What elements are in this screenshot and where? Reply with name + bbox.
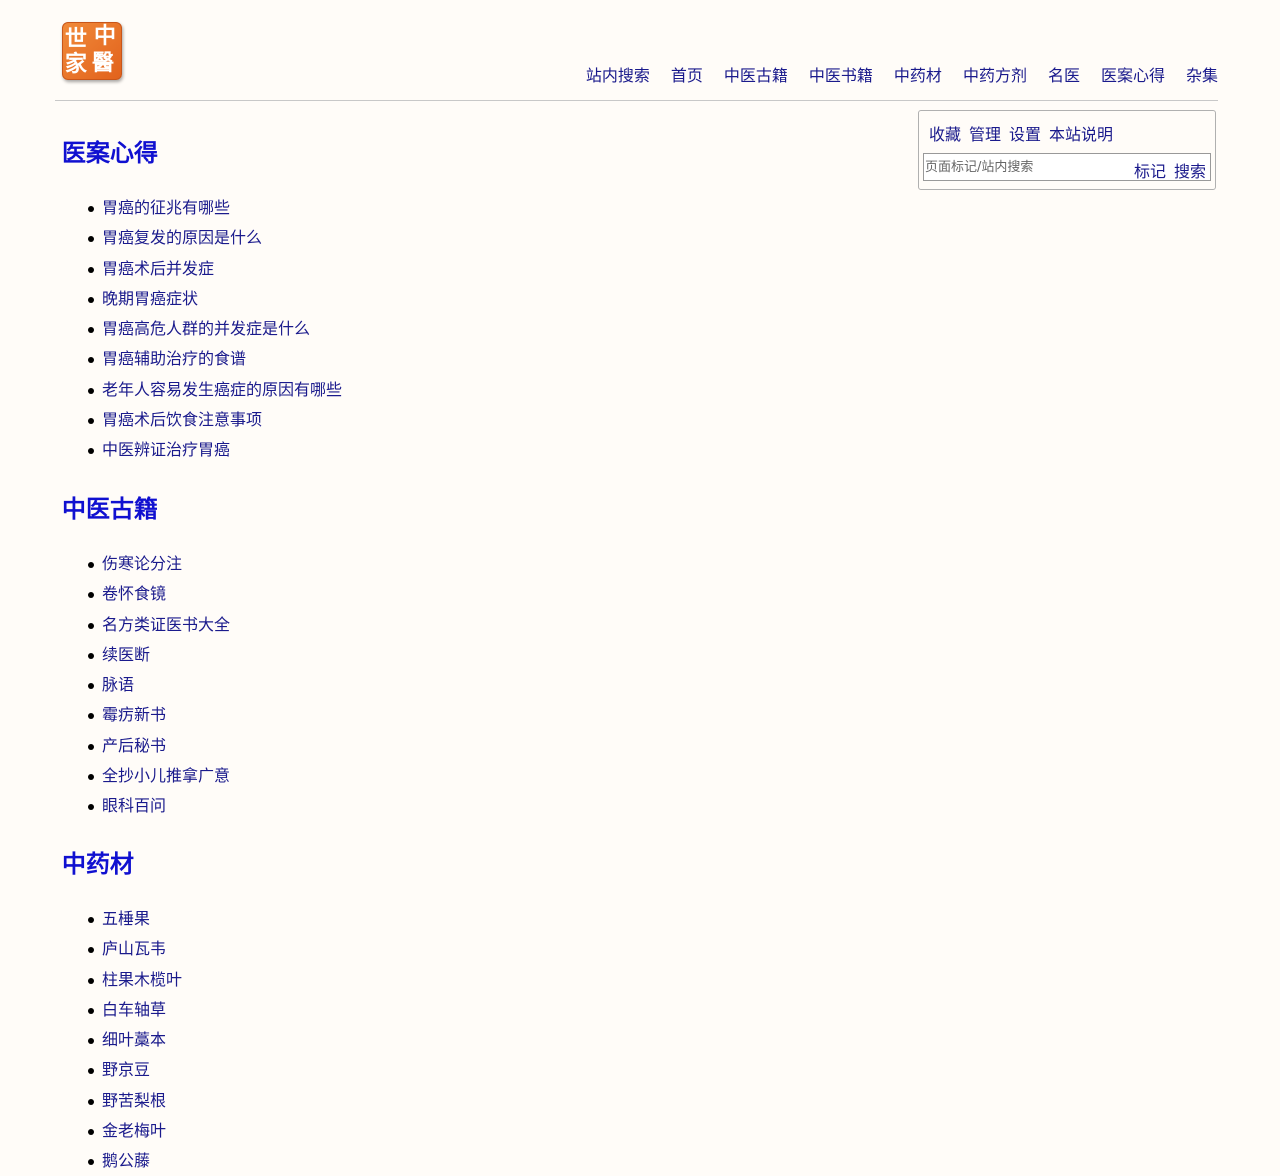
list-item: 胃癌高危人群的并发症是什么 xyxy=(62,314,342,344)
nav-home[interactable]: 首页 xyxy=(671,66,703,86)
nav-prescriptions[interactable]: 中药方剂 xyxy=(963,66,1027,86)
classic-link[interactable]: 眼科百问 xyxy=(102,796,166,815)
tools-panel: 收藏 管理 设置 本站说明 标记 搜索 xyxy=(918,110,1216,190)
panel-buttons: 标记 搜索 xyxy=(1134,158,1206,182)
herb-link[interactable]: 柱果木榄叶 xyxy=(102,970,182,989)
list-item: 胃癌辅助治疗的食谱 xyxy=(62,344,342,374)
header-divider xyxy=(55,100,1218,101)
case-note-link[interactable]: 胃癌术后并发症 xyxy=(102,259,214,278)
logo-char: 家 xyxy=(65,52,88,77)
case-note-link[interactable]: 胃癌术后饮食注意事项 xyxy=(102,410,262,429)
case-note-link[interactable]: 胃癌复发的原因是什么 xyxy=(102,228,262,247)
list-item: 胃癌的征兆有哪些 xyxy=(62,193,342,223)
list-item: 中医辨证治疗胃癌 xyxy=(62,435,342,465)
list-item: 霉疠新书 xyxy=(62,700,230,730)
section-title-classics[interactable]: 中医古籍 xyxy=(62,494,158,524)
herb-link[interactable]: 白车轴草 xyxy=(102,1000,166,1019)
nav-classics[interactable]: 中医古籍 xyxy=(724,66,788,86)
case-note-link[interactable]: 老年人容易发生癌症的原因有哪些 xyxy=(102,380,342,399)
herb-link[interactable]: 野京豆 xyxy=(102,1060,150,1079)
nav-site-search[interactable]: 站内搜索 xyxy=(586,66,650,86)
list-item: 续医断 xyxy=(62,640,230,670)
list-item: 细叶藁本 xyxy=(62,1025,182,1055)
search-button[interactable]: 搜索 xyxy=(1174,158,1206,182)
mark-button[interactable]: 标记 xyxy=(1134,158,1166,182)
list-item: 金老梅叶 xyxy=(62,1116,182,1146)
section-title-herbs[interactable]: 中药材 xyxy=(62,849,134,879)
logo-char: 世 xyxy=(65,27,88,52)
herb-link[interactable]: 金老梅叶 xyxy=(102,1121,166,1140)
herb-link[interactable]: 鹅公藤 xyxy=(102,1151,150,1170)
mark-search-form: 标记 搜索 xyxy=(923,153,1211,181)
logo-char: 中 xyxy=(94,24,117,49)
nav-famous-doctors[interactable]: 名医 xyxy=(1048,66,1080,86)
list-item: 野苦梨根 xyxy=(62,1086,182,1116)
case-note-link[interactable]: 胃癌的征兆有哪些 xyxy=(102,198,230,217)
classic-link[interactable]: 伤寒论分注 xyxy=(102,554,182,573)
site-logo[interactable]: 中 世 醫 家 xyxy=(62,22,122,80)
nav-herbs[interactable]: 中药材 xyxy=(894,66,942,86)
classic-link[interactable]: 卷怀食镜 xyxy=(102,584,166,603)
list-item: 野京豆 xyxy=(62,1055,182,1085)
list-item: 白车轴草 xyxy=(62,995,182,1025)
list-item: 晚期胃癌症状 xyxy=(62,284,342,314)
case-note-link[interactable]: 中医辨证治疗胃癌 xyxy=(102,440,230,459)
settings-link[interactable]: 设置 xyxy=(1009,121,1041,145)
nav-books[interactable]: 中医书籍 xyxy=(809,66,873,86)
list-item: 产后秘书 xyxy=(62,731,230,761)
list-item: 五棰果 xyxy=(62,904,182,934)
classics-list: 伤寒论分注 卷怀食镜 名方类证医书大全 续医断 脉语 霉疠新书 产后秘书 全抄小… xyxy=(62,549,230,821)
list-item: 庐山瓦韦 xyxy=(62,934,182,964)
classic-link[interactable]: 全抄小儿推拿广意 xyxy=(102,766,230,785)
list-item: 胃癌复发的原因是什么 xyxy=(62,223,342,253)
case-note-link[interactable]: 胃癌辅助治疗的食谱 xyxy=(102,349,246,368)
list-item: 胃癌术后并发症 xyxy=(62,254,342,284)
herb-link[interactable]: 细叶藁本 xyxy=(102,1030,166,1049)
case-note-link[interactable]: 晚期胃癌症状 xyxy=(102,289,198,308)
herb-link[interactable]: 庐山瓦韦 xyxy=(102,939,166,958)
nav-misc[interactable]: 杂集 xyxy=(1186,66,1218,86)
about-site-link[interactable]: 本站说明 xyxy=(1049,121,1113,145)
case-note-link[interactable]: 胃癌高危人群的并发症是什么 xyxy=(102,319,310,338)
list-item: 脉语 xyxy=(62,670,230,700)
site-header: 中 世 醫 家 站内搜索 首页 中医古籍 中医书籍 中药材 中药方剂 名医 医案… xyxy=(0,0,1280,102)
list-item: 眼科百问 xyxy=(62,791,230,821)
list-item: 全抄小儿推拿广意 xyxy=(62,761,230,791)
panel-links: 收藏 管理 设置 本站说明 xyxy=(929,121,1113,145)
list-item: 老年人容易发生癌症的原因有哪些 xyxy=(62,375,342,405)
herb-link[interactable]: 野苦梨根 xyxy=(102,1091,166,1110)
herb-link[interactable]: 五棰果 xyxy=(102,909,150,928)
classic-link[interactable]: 脉语 xyxy=(102,675,134,694)
section-title-case-notes[interactable]: 医案心得 xyxy=(62,138,158,168)
logo-char: 醫 xyxy=(92,51,115,76)
manage-link[interactable]: 管理 xyxy=(969,121,1001,145)
top-navigation: 站内搜索 首页 中医古籍 中医书籍 中药材 中药方剂 名医 医案心得 杂集 xyxy=(565,66,1218,86)
classic-link[interactable]: 产后秘书 xyxy=(102,736,166,755)
list-item: 伤寒论分注 xyxy=(62,549,230,579)
list-item: 胃癌术后饮食注意事项 xyxy=(62,405,342,435)
classic-link[interactable]: 续医断 xyxy=(102,645,150,664)
classic-link[interactable]: 名方类证医书大全 xyxy=(102,615,230,634)
herbs-list: 五棰果 庐山瓦韦 柱果木榄叶 白车轴草 细叶藁本 野京豆 野苦梨根 金老梅叶 鹅… xyxy=(62,904,182,1176)
mark-search-input[interactable] xyxy=(925,155,1125,179)
case-notes-list: 胃癌的征兆有哪些 胃癌复发的原因是什么 胃癌术后并发症 晚期胃癌症状 胃癌高危人… xyxy=(62,193,342,465)
favorite-link[interactable]: 收藏 xyxy=(929,121,961,145)
list-item: 鹅公藤 xyxy=(62,1146,182,1176)
list-item: 柱果木榄叶 xyxy=(62,965,182,995)
list-item: 名方类证医书大全 xyxy=(62,610,230,640)
classic-link[interactable]: 霉疠新书 xyxy=(102,705,166,724)
nav-case-notes[interactable]: 医案心得 xyxy=(1101,66,1165,86)
list-item: 卷怀食镜 xyxy=(62,579,230,609)
